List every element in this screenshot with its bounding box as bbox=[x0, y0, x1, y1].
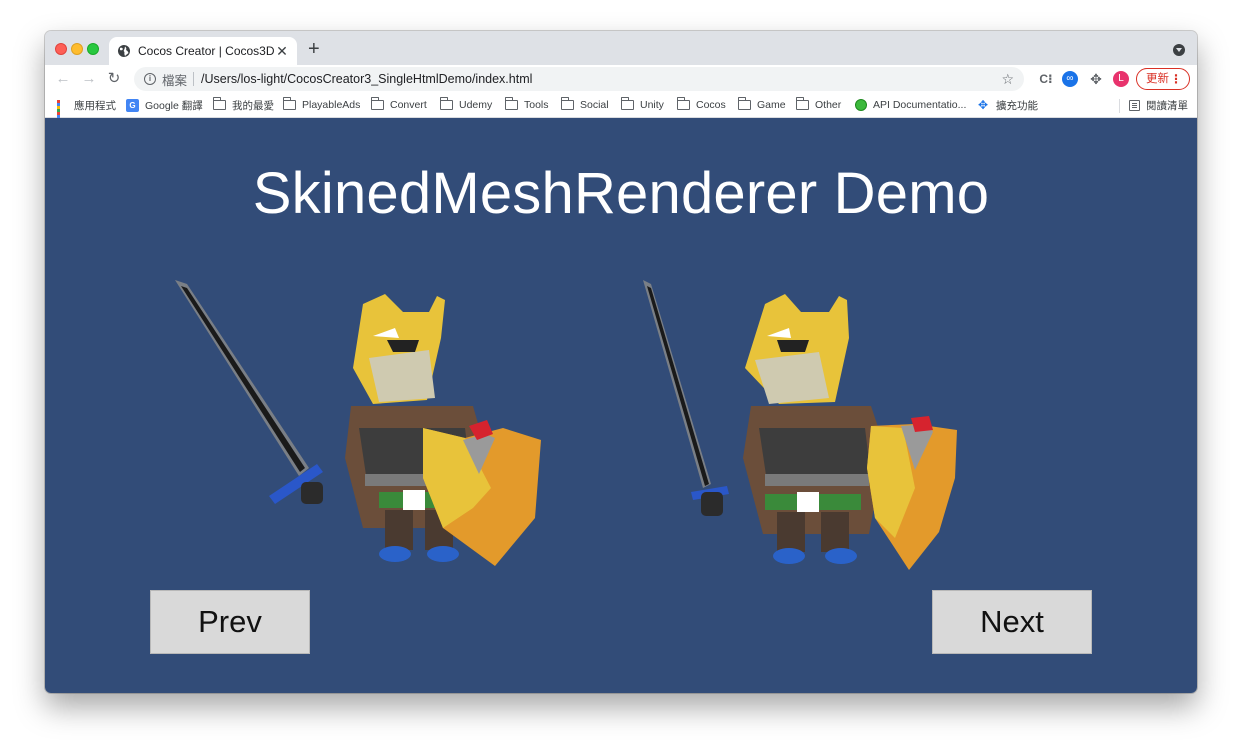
file-scheme-label: 檔案 bbox=[162, 73, 188, 88]
omnibox-divider bbox=[193, 72, 195, 86]
bookmark-label: Convert bbox=[390, 99, 427, 111]
bookmark-folder-favorites[interactable]: 我的最愛 bbox=[212, 97, 274, 113]
google-translate-icon: G bbox=[126, 98, 139, 112]
bookmark-label: 擴充功能 bbox=[996, 99, 1038, 112]
folder-icon bbox=[620, 97, 634, 110]
left-leg bbox=[385, 510, 413, 550]
left-leg bbox=[777, 512, 805, 552]
zoom-window-button[interactable] bbox=[87, 43, 99, 55]
bookmark-folder-tools[interactable]: Tools bbox=[504, 97, 549, 113]
bookmark-folder-playableads[interactable]: PlayableAds bbox=[282, 97, 361, 113]
bookmark-label: Other bbox=[815, 99, 842, 111]
fox-muzzle bbox=[755, 352, 829, 404]
right-boot bbox=[825, 548, 857, 564]
apps-icon bbox=[57, 99, 68, 127]
bookmark-label: PlayableAds bbox=[302, 99, 361, 111]
knight-character-right bbox=[643, 280, 957, 570]
fox-eyes bbox=[777, 340, 809, 352]
infinity-extension-icon[interactable]: ∞ bbox=[1062, 71, 1078, 87]
tab-cocos-creator[interactable]: Cocos Creator | Cocos3DPack ✕ bbox=[109, 37, 297, 65]
folder-icon bbox=[282, 97, 296, 110]
bookmark-extensions[interactable]: ✥ 擴充功能 bbox=[978, 97, 1038, 113]
c-extension-icon[interactable]: C⁝ bbox=[1037, 70, 1055, 88]
bookmark-google-translate[interactable]: G Google 翻譯 bbox=[126, 97, 203, 113]
browser-toolbar: ← → ↻ i 檔案 /Users/los-light/CocosCreator… bbox=[45, 65, 1197, 93]
url-text[interactable]: /Users/los-light/CocosCreator3_SingleHtm… bbox=[201, 72, 1001, 86]
prev-button[interactable]: Prev bbox=[150, 590, 310, 654]
bookmark-label: API Documentatio... bbox=[873, 99, 967, 111]
belt-buckle bbox=[403, 490, 425, 510]
new-tab-button[interactable]: + bbox=[308, 39, 320, 59]
bookmark-folder-other[interactable]: Other bbox=[795, 97, 842, 113]
minimize-window-button[interactable] bbox=[71, 43, 83, 55]
folder-icon bbox=[676, 97, 690, 110]
folder-icon bbox=[795, 97, 809, 110]
next-button[interactable]: Next bbox=[932, 590, 1092, 654]
update-button-label: 更新 bbox=[1146, 73, 1169, 85]
bookmarks-divider bbox=[1119, 99, 1120, 113]
bookmark-label: Google 翻譯 bbox=[145, 99, 203, 112]
bookmark-label: Unity bbox=[640, 99, 664, 111]
bookmark-label: Cocos bbox=[696, 99, 726, 111]
reading-list-label: 閱讀清單 bbox=[1146, 99, 1188, 112]
close-window-button[interactable] bbox=[55, 43, 67, 55]
bookmark-label: 應用程式 bbox=[74, 99, 116, 112]
bookmark-apps[interactable]: 應用程式 bbox=[57, 97, 116, 127]
bookmarks-bar: 應用程式 G Google 翻譯 我的最愛 PlayableAds Conver… bbox=[45, 93, 1197, 127]
site-info-icon[interactable]: i bbox=[144, 73, 156, 85]
address-bar[interactable]: i 檔案 /Users/los-light/CocosCreator3_Sing… bbox=[134, 67, 1024, 91]
bookmark-label: Game bbox=[757, 99, 786, 111]
bookmark-folder-cocos[interactable]: Cocos bbox=[676, 97, 726, 113]
bookmark-api-documentation[interactable]: API Documentatio... bbox=[855, 97, 966, 113]
extensions-puzzle-icon[interactable]: ✥ bbox=[1087, 70, 1105, 88]
bookmark-folder-social[interactable]: Social bbox=[560, 97, 609, 113]
left-boot bbox=[379, 546, 411, 562]
extension-icon: ✥ bbox=[978, 98, 989, 112]
tab-strip: Cocos Creator | Cocos3DPack ✕ + bbox=[45, 31, 1197, 65]
right-leg bbox=[821, 512, 849, 552]
update-button[interactable]: 更新 ⋮ bbox=[1136, 68, 1190, 90]
sword-blade-edge bbox=[647, 286, 709, 486]
armor-band bbox=[765, 474, 869, 486]
folder-icon bbox=[737, 97, 751, 110]
globe-icon bbox=[118, 45, 130, 57]
bookmark-folder-udemy[interactable]: Udemy bbox=[439, 97, 493, 113]
reading-list-icon bbox=[1129, 99, 1140, 111]
reload-button[interactable]: ↻ bbox=[104, 69, 124, 89]
sword-blade-edge bbox=[181, 286, 305, 472]
browser-window: Cocos Creator | Cocos3DPack ✕ + ← → ↻ i … bbox=[45, 31, 1197, 693]
bookmark-label: Tools bbox=[524, 99, 549, 111]
back-button[interactable]: ← bbox=[53, 69, 73, 89]
bookmark-folder-unity[interactable]: Unity bbox=[620, 97, 664, 113]
folder-icon bbox=[560, 97, 574, 110]
gauntlet bbox=[701, 492, 723, 516]
belt-buckle bbox=[797, 492, 819, 512]
tab-close-icon[interactable]: ✕ bbox=[275, 43, 289, 60]
right-boot bbox=[427, 546, 459, 562]
bookmark-label: 我的最愛 bbox=[232, 99, 274, 112]
tab-title: Cocos Creator | Cocos3DPack bbox=[138, 44, 275, 58]
more-menu-icon[interactable]: ⋮ bbox=[1170, 69, 1182, 89]
left-boot bbox=[773, 548, 805, 564]
bookmark-folder-game[interactable]: Game bbox=[737, 97, 786, 113]
bookmark-folder-convert[interactable]: Convert bbox=[370, 97, 427, 113]
bookmark-label: Udemy bbox=[459, 99, 493, 111]
profile-avatar[interactable]: L bbox=[1113, 71, 1129, 87]
folder-icon bbox=[212, 97, 226, 110]
bookmark-label: Social bbox=[580, 99, 609, 111]
reading-list-button[interactable]: 閱讀清單 bbox=[1129, 97, 1188, 113]
forward-button[interactable]: → bbox=[79, 69, 99, 89]
bookmark-star-icon[interactable]: ☆ bbox=[1001, 71, 1014, 88]
folder-icon bbox=[370, 97, 384, 110]
tab-search-icon[interactable] bbox=[1173, 44, 1185, 56]
knight-character-left bbox=[175, 280, 541, 566]
game-canvas[interactable]: SkinedMeshRenderer Demo Prev Next bbox=[45, 118, 1197, 693]
folder-icon bbox=[439, 97, 453, 110]
gauntlet bbox=[301, 482, 323, 504]
page-title: SkinedMeshRenderer Demo bbox=[252, 161, 990, 226]
armor bbox=[759, 428, 871, 482]
api-doc-icon bbox=[855, 99, 867, 111]
fox-muzzle bbox=[369, 350, 435, 402]
folder-icon bbox=[504, 97, 518, 110]
